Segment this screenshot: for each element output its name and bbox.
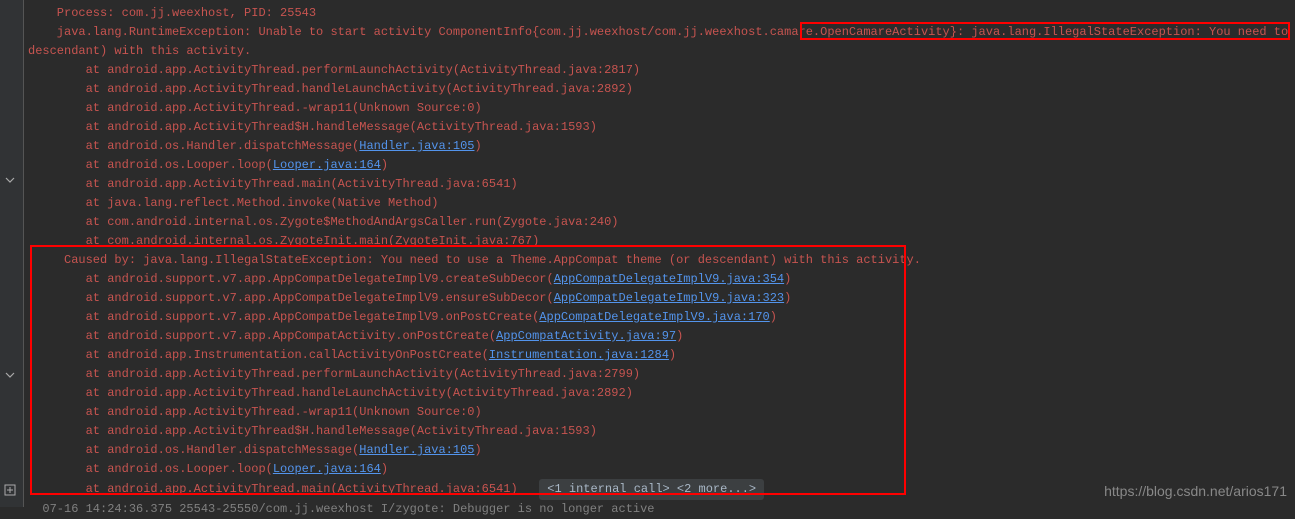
stack-suffix: ): [669, 348, 676, 362]
stack-line: at android.app.ActivityThread.main(Activ…: [24, 175, 1295, 194]
stack-suffix: ): [474, 139, 481, 153]
source-link[interactable]: Looper.java:164: [273, 462, 381, 476]
fold-icon[interactable]: [4, 368, 16, 384]
stack-suffix: ): [381, 158, 388, 172]
expand-icon[interactable]: [4, 482, 16, 498]
stack-prefix: at android.support.v7.app.AppCompatActiv…: [28, 329, 496, 343]
source-link[interactable]: Instrumentation.java:1284: [489, 348, 669, 362]
stack-line: at android.support.v7.app.AppCompatDeleg…: [24, 308, 1295, 327]
stack-line: at android.app.Instrumentation.callActiv…: [24, 346, 1295, 365]
caused-by-line: Caused by: java.lang.IllegalStateExcepti…: [24, 251, 1295, 270]
stack-prefix: at android.os.Looper.loop(: [28, 158, 273, 172]
gutter: [0, 0, 24, 507]
stack-suffix: ): [676, 329, 683, 343]
exception-text: java.lang.RuntimeException: Unable to st…: [28, 25, 971, 39]
debug-line: 07-16 14:24:36.375 25543-25550/com.jj.we…: [24, 500, 1295, 519]
stack-line: at android.support.v7.app.AppCompatActiv…: [24, 327, 1295, 346]
stack-prefix: at android.os.Looper.loop(: [28, 462, 273, 476]
fold-icon[interactable]: [4, 173, 16, 189]
stack-line: at android.app.ActivityThread.performLau…: [24, 365, 1295, 384]
stack-line: at java.lang.reflect.Method.invoke(Nativ…: [24, 194, 1295, 213]
stack-line: at android.support.v7.app.AppCompatDeleg…: [24, 270, 1295, 289]
stack-prefix: at android.support.v7.app.AppCompatDeleg…: [28, 310, 539, 324]
source-link[interactable]: AppCompatDelegateImplV9.java:170: [539, 310, 769, 324]
source-link[interactable]: Handler.java:105: [359, 139, 474, 153]
source-link[interactable]: Looper.java:164: [273, 158, 381, 172]
stack-suffix: ): [474, 443, 481, 457]
stack-line: at android.os.Looper.loop(Looper.java:16…: [24, 460, 1295, 479]
stack-line: at android.app.ActivityThread.handleLaun…: [24, 384, 1295, 403]
stack-line: at android.os.Handler.dispatchMessage(Ha…: [24, 441, 1295, 460]
watermark: https://blog.csdn.net/arios171: [1104, 483, 1287, 499]
source-link[interactable]: Handler.java:105: [359, 443, 474, 457]
stack-prefix: at android.os.Handler.dispatchMessage(: [28, 139, 359, 153]
stack-line: at android.app.ActivityThread.-wrap11(Un…: [24, 99, 1295, 118]
stack-prefix: at android.support.v7.app.AppCompatDeleg…: [28, 272, 554, 286]
stack-prefix: at android.app.Instrumentation.callActiv…: [28, 348, 489, 362]
stack-prefix: at android.os.Handler.dispatchMessage(: [28, 443, 359, 457]
stack-line: at android.app.ActivityThread$H.handleMe…: [24, 422, 1295, 441]
stack-suffix: ): [784, 272, 791, 286]
exception-highlight: java.lang.IllegalStateException: You nee…: [971, 25, 1295, 39]
more-frames-pill[interactable]: <1 internal call> <2 more...>: [539, 479, 764, 500]
stack-line: at android.app.ActivityThread$H.handleMe…: [24, 118, 1295, 137]
stack-line: at com.android.internal.os.ZygoteInit.ma…: [24, 232, 1295, 251]
exception-line2: descendant) with this activity.: [24, 42, 1295, 61]
stack-line: at android.os.Looper.loop(Looper.java:16…: [24, 156, 1295, 175]
stack-line: at android.app.ActivityThread.handleLaun…: [24, 80, 1295, 99]
stack-line: at android.support.v7.app.AppCompatDeleg…: [24, 289, 1295, 308]
source-link[interactable]: AppCompatDelegateImplV9.java:323: [554, 291, 784, 305]
exception-line: java.lang.RuntimeException: Unable to st…: [24, 23, 1295, 42]
stack-suffix: ): [381, 462, 388, 476]
stack-line: at com.android.internal.os.Zygote$Method…: [24, 213, 1295, 232]
stack-suffix: ): [784, 291, 791, 305]
stack-line: at android.os.Handler.dispatchMessage(Ha…: [24, 137, 1295, 156]
stack-line: at android.app.ActivityThread.-wrap11(Un…: [24, 403, 1295, 422]
process-line: Process: com.jj.weexhost, PID: 25543: [24, 4, 1295, 23]
stack-prefix: at android.app.ActivityThread.main(Activ…: [28, 482, 539, 496]
stack-suffix: ): [770, 310, 777, 324]
source-link[interactable]: AppCompatDelegateImplV9.java:354: [554, 272, 784, 286]
stack-prefix: at android.support.v7.app.AppCompatDeleg…: [28, 291, 554, 305]
console-output: Process: com.jj.weexhost, PID: 25543 jav…: [24, 0, 1295, 519]
stack-line: at android.app.ActivityThread.performLau…: [24, 61, 1295, 80]
source-link[interactable]: AppCompatActivity.java:97: [496, 329, 676, 343]
